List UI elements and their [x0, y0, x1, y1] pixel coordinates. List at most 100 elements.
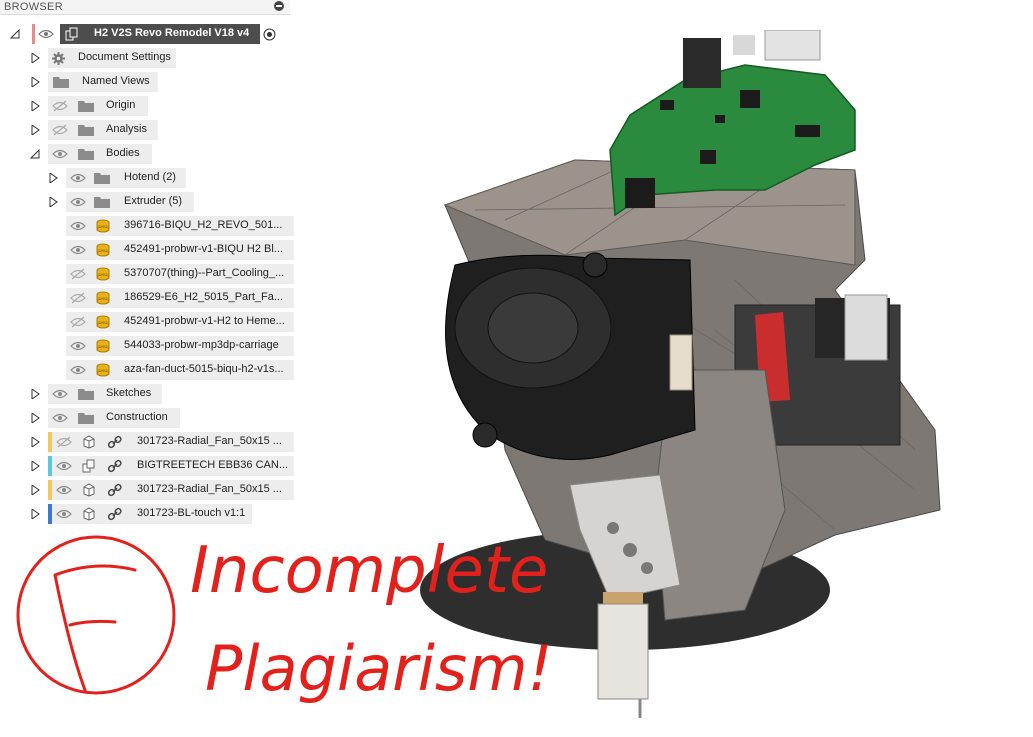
tree-item-origin[interactable]: Origin — [0, 96, 290, 116]
expand-icon[interactable] — [30, 101, 40, 111]
tree-item-body[interactable]: 452491-probwr-v1-BIQU H2 Bl... — [0, 240, 295, 260]
mesh-body-icon — [96, 363, 110, 377]
eye-hidden-icon[interactable] — [70, 292, 86, 304]
tree-item-construction[interactable]: Construction — [0, 408, 290, 428]
component-icon — [82, 507, 96, 521]
expand-icon[interactable] — [30, 509, 40, 519]
folder-icon — [94, 172, 110, 184]
connector-white — [844, 294, 888, 361]
eye-hidden-icon[interactable] — [52, 100, 68, 112]
tree-pill[interactable]: BIGTREETECH EBB36 CAN... — [52, 456, 294, 476]
tree-root[interactable]: H2 V2S Revo Remodel V18 v4 — [0, 24, 290, 44]
tree-item-body[interactable]: aza-fan-duct-5015-biqu-h2-v1s... — [0, 360, 295, 380]
tree-pill[interactable]: Hotend (2) — [66, 168, 186, 188]
root-pill[interactable]: H2 V2S Revo Remodel V18 v4 — [60, 24, 260, 44]
expand-icon[interactable] — [30, 77, 40, 87]
tree-item-component[interactable]: 301723-BL-touch v1:1 — [0, 504, 295, 524]
tree-item-body[interactable]: 544033-probwr-mp3dp-carriage — [0, 336, 295, 356]
model-viewport[interactable] — [415, 30, 955, 730]
tree-label: Sketches — [106, 387, 152, 399]
eye-icon[interactable] — [70, 172, 86, 184]
collapse-panel-icon[interactable] — [274, 1, 284, 11]
tree-label: 5370707(thing)--Part_Cooling_... — [124, 267, 285, 279]
browser-title: BROWSER — [4, 1, 63, 13]
root-color-bar — [32, 24, 35, 44]
eye-hidden-icon[interactable] — [52, 124, 68, 136]
tree-item-bodies[interactable]: Bodies — [0, 144, 290, 164]
expand-icon[interactable] — [48, 197, 58, 207]
tree-item-extruder[interactable]: Extruder (5) — [0, 192, 290, 212]
expand-icon[interactable] — [30, 413, 40, 423]
folder-icon — [78, 124, 94, 136]
eye-icon[interactable] — [38, 28, 54, 40]
tree-item-component[interactable]: 301723-Radial_Fan_50x15 ... — [0, 480, 295, 500]
tree-item-component[interactable]: 301723-Radial_Fan_50x15 ... — [0, 432, 295, 452]
expand-icon[interactable] — [30, 389, 40, 399]
eye-icon[interactable] — [56, 508, 72, 520]
tree-pill[interactable]: 396716-BIQU_H2_REVO_501... — [66, 216, 294, 236]
tree-pill[interactable]: Bodies — [48, 144, 152, 164]
eye-hidden-icon[interactable] — [56, 436, 72, 448]
tree-item-hotend[interactable]: Hotend (2) — [0, 168, 290, 188]
eye-icon[interactable] — [70, 220, 86, 232]
screw-hole — [623, 543, 637, 557]
eye-hidden-icon[interactable] — [70, 316, 86, 328]
collapse-icon[interactable] — [10, 29, 20, 39]
eye-icon[interactable] — [70, 340, 86, 352]
eye-icon[interactable] — [52, 412, 68, 424]
pcb-connector-white — [764, 30, 821, 61]
eye-icon[interactable] — [70, 244, 86, 256]
tree-pill[interactable]: 5370707(thing)--Part_Cooling_... — [66, 264, 294, 284]
tree-item-named-views[interactable]: Named Views — [0, 72, 290, 92]
tree-pill[interactable]: 186529-E6_H2_5015_Part_Fa... — [66, 288, 294, 308]
radio-icon[interactable] — [263, 28, 276, 44]
eye-icon[interactable] — [56, 460, 72, 472]
tree-pill[interactable]: Analysis — [48, 120, 158, 140]
tree-item-analysis[interactable]: Analysis — [0, 120, 290, 140]
eye-icon[interactable] — [70, 196, 86, 208]
tree-pill[interactable]: Origin — [48, 96, 148, 116]
tree-item-body[interactable]: 396716-BIQU_H2_REVO_501... — [0, 216, 295, 236]
grade-letter-stroke — [53, 564, 137, 692]
tree-item-body[interactable]: 5370707(thing)--Part_Cooling_... — [0, 264, 295, 284]
tree-pill[interactable]: Extruder (5) — [66, 192, 194, 212]
tree-pill[interactable]: Construction — [48, 408, 180, 428]
tree-pill[interactable]: Sketches — [48, 384, 162, 404]
tree-item-sketches[interactable]: Sketches — [0, 384, 290, 404]
component-icon — [82, 435, 96, 449]
tree-label: 301723-Radial_Fan_50x15 ... — [137, 483, 282, 495]
eye-icon[interactable] — [56, 484, 72, 496]
expand-icon[interactable] — [30, 437, 40, 447]
tree-item-document-settings[interactable]: Document Settings — [0, 48, 290, 68]
tree-pill[interactable]: 301723-Radial_Fan_50x15 ... — [52, 480, 294, 500]
tree-pill[interactable]: 301723-Radial_Fan_50x15 ... — [52, 432, 294, 452]
eye-icon[interactable] — [52, 148, 68, 160]
tree-pill[interactable]: 452491-probwr-v1-H2 to Heme... — [66, 312, 294, 332]
collapse-icon[interactable] — [30, 149, 40, 159]
tree-label: Construction — [106, 411, 168, 423]
eye-hidden-icon[interactable] — [70, 268, 86, 280]
eye-icon[interactable] — [70, 364, 86, 376]
eye-icon[interactable] — [52, 388, 68, 400]
tree-item-component[interactable]: BIGTREETECH EBB36 CAN... — [0, 456, 295, 476]
tree-label: aza-fan-duct-5015-biqu-h2-v1s... — [124, 363, 284, 375]
mesh-body-icon — [96, 243, 110, 257]
tree-label: Named Views — [82, 75, 150, 87]
tree-pill[interactable]: 301723-BL-touch v1:1 — [52, 504, 252, 524]
tree-pill[interactable]: Named Views — [48, 72, 158, 92]
screw-hole — [641, 562, 653, 574]
expand-icon[interactable] — [30, 485, 40, 495]
folder-icon — [78, 412, 94, 424]
tree-pill[interactable]: 544033-probwr-mp3dp-carriage — [66, 336, 294, 356]
root-label: H2 V2S Revo Remodel V18 v4 — [94, 27, 250, 39]
expand-icon[interactable] — [48, 173, 58, 183]
tree-item-body[interactable]: 452491-probwr-v1-H2 to Heme... — [0, 312, 295, 332]
tree-pill[interactable]: 452491-probwr-v1-BIQU H2 Bl... — [66, 240, 294, 260]
expand-icon[interactable] — [30, 125, 40, 135]
tree-pill[interactable]: aza-fan-duct-5015-biqu-h2-v1s... — [66, 360, 294, 380]
component-icon — [65, 27, 79, 41]
tree-pill[interactable]: Document Settings — [48, 48, 176, 68]
tree-item-body[interactable]: 186529-E6_H2_5015_Part_Fa... — [0, 288, 295, 308]
expand-icon[interactable] — [30, 461, 40, 471]
expand-icon[interactable] — [30, 53, 40, 63]
